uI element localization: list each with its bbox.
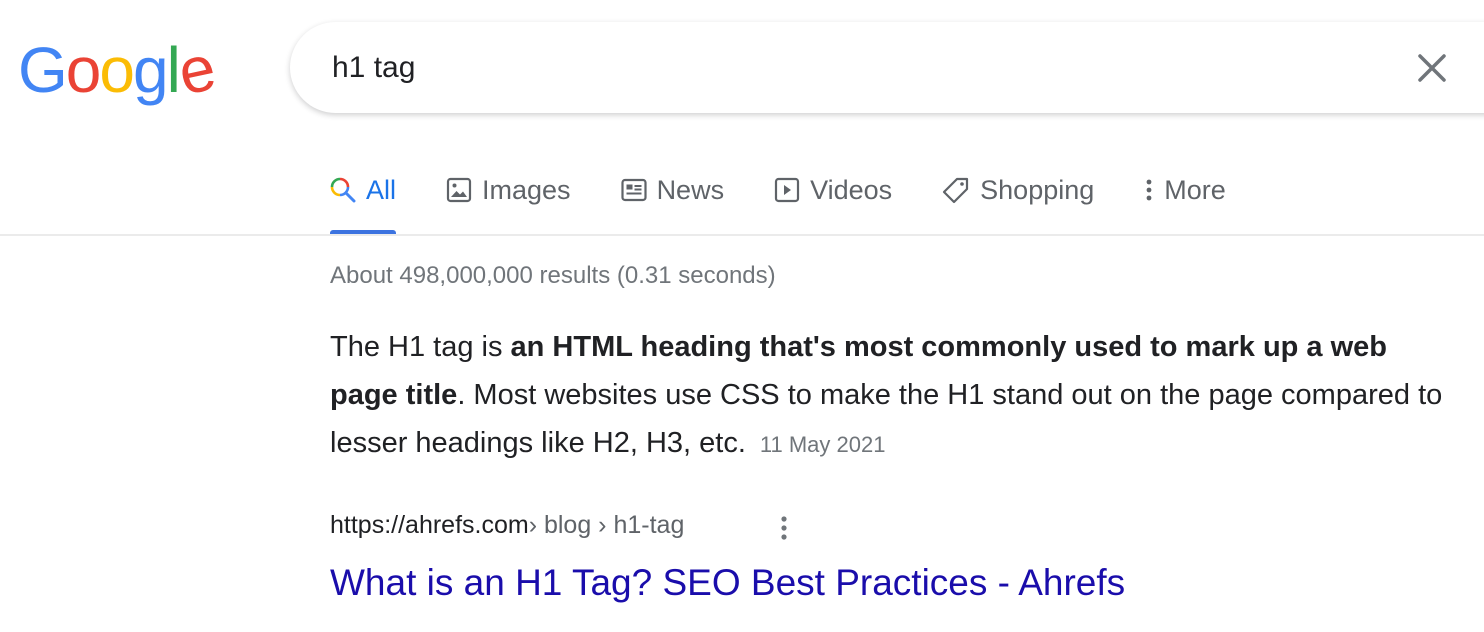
tab-images[interactable]: Images [446, 168, 571, 212]
snippet-text: . Most websites use CSS to make the H1 s… [330, 379, 1443, 459]
news-icon [620, 178, 647, 202]
tab-videos[interactable]: Videos [774, 168, 892, 212]
logo-letter: e [171, 31, 220, 109]
result-breadcrumb: › blog › h1-tag [528, 511, 685, 539]
google-logo[interactable]: Google [18, 31, 219, 108]
result-title-link[interactable]: What is an H1 Tag? SEO Best Practices - … [330, 562, 1125, 604]
search-icon [330, 177, 356, 203]
more-vert-icon [781, 516, 787, 540]
close-icon [1418, 54, 1446, 82]
tab-label: More [1164, 174, 1226, 205]
search-box [290, 22, 1484, 113]
featured-snippet: The H1 tag is an HTML heading that's mos… [330, 323, 1460, 469]
search-tabs: All Images News Videos Shopping More [330, 168, 1276, 236]
tag-icon [943, 177, 969, 204]
tab-news[interactable]: News [620, 168, 725, 212]
snippet-date: 11 May 2021 [759, 432, 886, 457]
tab-all[interactable]: All [330, 168, 397, 236]
search-input[interactable] [332, 48, 1232, 88]
logo-letter: o [65, 34, 102, 106]
clear-search-button[interactable] [1412, 48, 1452, 88]
image-icon [446, 177, 472, 203]
result-url[interactable]: https://ahrefs.com › blog › h1-tag [330, 511, 684, 540]
result-stats: About 498,000,000 results (0.31 seconds) [330, 262, 776, 289]
tab-more[interactable]: More [1144, 168, 1226, 212]
tab-label: News [656, 174, 725, 205]
logo-letter: o [99, 34, 135, 106]
snippet-text: The H1 tag is [330, 331, 511, 363]
result-options-button[interactable] [774, 512, 794, 544]
tab-label: Videos [810, 174, 893, 205]
tab-label: Images [482, 174, 571, 205]
more-vert-icon [1146, 179, 1152, 201]
logo-letter: G [18, 34, 68, 106]
play-icon [774, 177, 800, 203]
logo-letter: g [132, 34, 169, 106]
result-domain: https://ahrefs.com [330, 511, 529, 539]
tab-label: Shopping [980, 174, 1095, 205]
tab-shopping[interactable]: Shopping [942, 168, 1094, 212]
tabs-divider [0, 234, 1484, 236]
tab-label: All [366, 174, 397, 205]
